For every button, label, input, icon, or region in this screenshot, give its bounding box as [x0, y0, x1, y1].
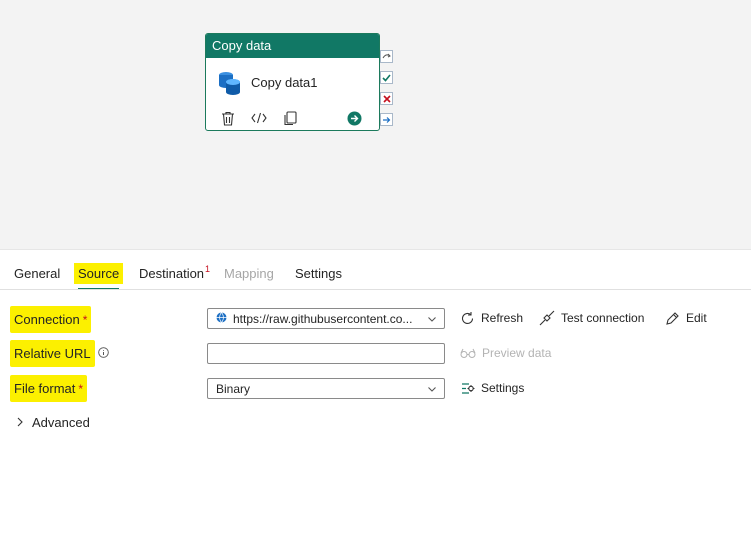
chevron-right-icon: [17, 417, 23, 427]
tab-settings[interactable]: Settings: [295, 262, 342, 290]
failure-port-icon[interactable]: [380, 92, 393, 105]
plug-icon: [539, 310, 555, 326]
settings-icon: [462, 382, 475, 394]
copy-data-icon: [218, 70, 242, 96]
completion-port-icon[interactable]: [380, 113, 393, 126]
test-connection-button[interactable]: Test connection: [539, 308, 644, 328]
file-format-label: File format *: [10, 373, 88, 403]
properties-tabs: General Source Destination 1 Mapping Set…: [0, 262, 751, 290]
tab-destination[interactable]: Destination 1: [139, 262, 210, 290]
connection-value: https://raw.githubusercontent.co...: [233, 311, 413, 326]
activity-type-label: Copy data: [206, 34, 379, 58]
preview-data-button[interactable]: Preview data: [460, 343, 551, 363]
activity-name: Copy data1: [251, 75, 318, 90]
success-port-icon[interactable]: [380, 71, 393, 84]
refresh-icon: [461, 311, 474, 324]
tab-mapping[interactable]: Mapping: [224, 262, 274, 290]
tab-source[interactable]: Source: [74, 262, 124, 290]
code-icon[interactable]: [251, 110, 267, 126]
relative-url-label: Relative URL: [10, 338, 109, 368]
pipeline-canvas[interactable]: Copy data Copy data1: [0, 0, 751, 249]
arrow-right-circle-icon[interactable]: [346, 110, 362, 126]
edit-button[interactable]: Edit: [665, 308, 707, 328]
connection-select[interactable]: https://raw.githubusercontent.co...: [207, 308, 445, 329]
copy-icon[interactable]: [282, 110, 298, 126]
file-format-value: Binary: [216, 381, 251, 396]
error-badge: 1: [205, 264, 211, 274]
copy-data-activity[interactable]: Copy data Copy data1: [205, 33, 380, 131]
advanced-expander[interactable]: Advanced: [16, 412, 90, 432]
connection-label: Connection *: [10, 304, 92, 334]
tabs-divider: [0, 289, 751, 290]
refresh-button[interactable]: Refresh: [460, 308, 523, 328]
canvas-divider: [0, 249, 751, 250]
chevron-down-icon: [427, 313, 437, 327]
glasses-icon: [460, 348, 476, 358]
format-settings-button[interactable]: Settings: [460, 378, 524, 398]
tab-general[interactable]: General: [14, 262, 60, 290]
pencil-icon: [666, 311, 679, 325]
globe-icon: [216, 311, 227, 326]
delete-icon[interactable]: [220, 110, 236, 126]
file-format-select[interactable]: Binary: [207, 378, 445, 399]
skip-port-icon[interactable]: [380, 50, 393, 63]
chevron-down-icon: [427, 383, 437, 397]
relative-url-input[interactable]: [207, 343, 445, 364]
info-icon[interactable]: [97, 346, 109, 361]
